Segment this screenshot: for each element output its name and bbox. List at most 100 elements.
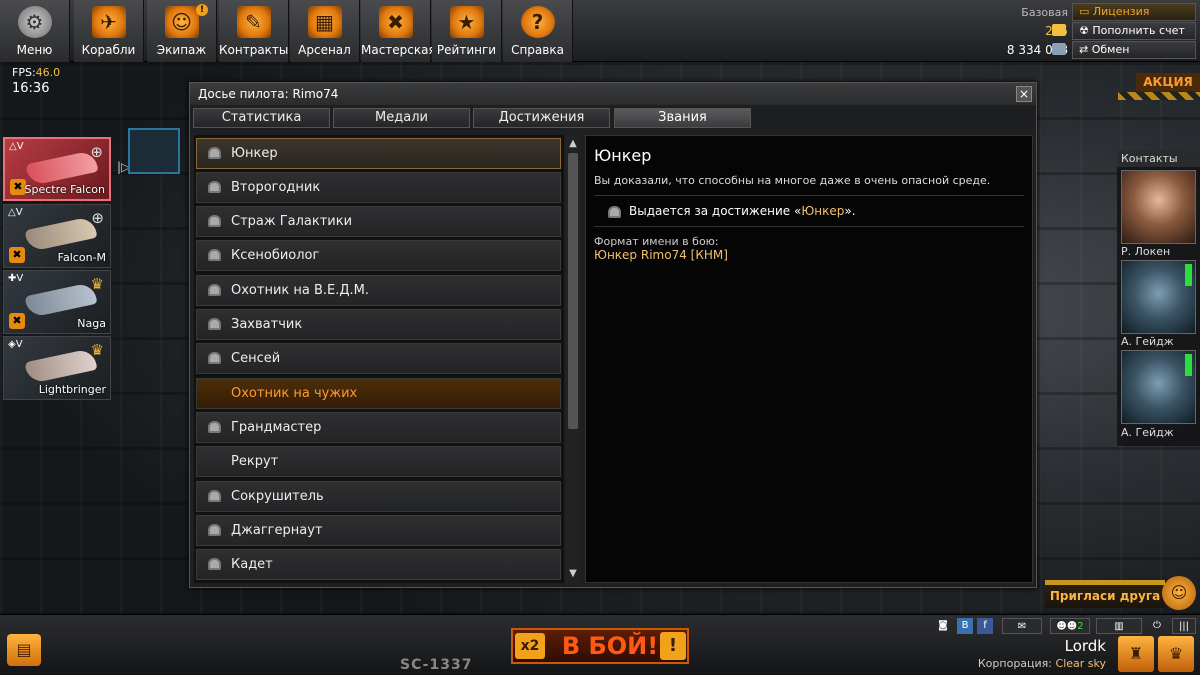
tab-statistics[interactable]: Статистика bbox=[193, 108, 330, 128]
ship-slot-lightbringer[interactable]: ◈V ♛ Lightbringer bbox=[3, 336, 111, 400]
mail-icon[interactable]: ✉ bbox=[1002, 618, 1042, 634]
settings-icon[interactable]: ||| bbox=[1172, 618, 1196, 634]
nav-label: Справка bbox=[511, 43, 564, 57]
notification-badge: ! bbox=[196, 4, 208, 16]
crew-icon: ☺ bbox=[164, 6, 199, 38]
tier-badge: ✚V bbox=[8, 273, 24, 284]
award-suffix: ». bbox=[844, 204, 856, 218]
facebook-icon[interactable]: f bbox=[977, 618, 993, 634]
top-bar: ⚙ Меню ✈ Корабли ☺ ! Экипаж ✎ Контракты … bbox=[0, 0, 1200, 62]
tab-achievements[interactable]: Достижения bbox=[473, 108, 610, 128]
exchange-button[interactable]: ⇄ Обмен bbox=[1072, 41, 1196, 59]
rank-item[interactable]: Юнкер bbox=[196, 138, 561, 169]
rank-detail-description: Вы доказали, что способны на многое даже… bbox=[594, 174, 991, 187]
battle-label: В БОЙ! bbox=[561, 632, 659, 660]
ratings-icon: ★ bbox=[449, 6, 484, 38]
rank-label: Захватчик bbox=[231, 317, 303, 332]
lock-icon bbox=[208, 524, 221, 536]
rank-item[interactable]: Захватчик bbox=[196, 309, 561, 340]
hazard-stripe bbox=[1118, 92, 1200, 100]
gold-icon bbox=[1052, 24, 1066, 36]
promo-button[interactable]: АКЦИЯ bbox=[1136, 73, 1200, 91]
nav-contracts-button[interactable]: ✎ Контракты bbox=[219, 0, 289, 62]
contracts-icon: ✎ bbox=[236, 6, 271, 38]
contact-avatar[interactable] bbox=[1121, 260, 1196, 334]
rank-item[interactable]: Грандмастер bbox=[196, 412, 561, 443]
nav-menu-button[interactable]: ⚙ Меню bbox=[0, 0, 70, 62]
rank-item-unlocked[interactable]: Охотник на чужих bbox=[196, 378, 561, 409]
rank-label: Рекрут bbox=[231, 454, 279, 469]
rank-label: Юнкер bbox=[231, 146, 278, 161]
rank-item[interactable]: Страж Галактики bbox=[196, 206, 561, 237]
ship-name: Lightbringer bbox=[38, 383, 106, 396]
rank-item[interactable]: Сенсей bbox=[196, 343, 561, 374]
topup-button[interactable]: ☢ Пополнить счет bbox=[1072, 22, 1196, 40]
ship-name: Naga bbox=[77, 317, 106, 330]
arsenal-icon: ▦ bbox=[307, 6, 342, 38]
corporation-info: Корпорация: Clear sky bbox=[978, 657, 1106, 670]
nav-label: Мастерская bbox=[361, 43, 436, 57]
camera-icon[interactable]: ◙ bbox=[935, 618, 951, 634]
pilot-dossier-dialog: Досье пилота: Rimo74 × Статистика Медали… bbox=[189, 82, 1037, 588]
name-format-value: Юнкер Rimo74 [КНМ] bbox=[594, 248, 728, 262]
nav-ships-button[interactable]: ✈ Корабли bbox=[74, 0, 144, 62]
rank-item[interactable]: Ксенобиолог bbox=[196, 240, 561, 271]
exit-icon[interactable]: ⏻ bbox=[1148, 618, 1166, 634]
chat-icon[interactable]: ▤ bbox=[7, 634, 41, 666]
credits-icon bbox=[1052, 43, 1066, 55]
ship-slot-naga[interactable]: ✚V ♛ ✖ Naga bbox=[3, 270, 111, 334]
corp-name: Clear sky bbox=[1055, 657, 1106, 670]
fps-label: FPS: bbox=[12, 66, 36, 79]
nav-help-button[interactable]: ? Справка bbox=[503, 0, 573, 62]
vk-icon[interactable]: B bbox=[957, 618, 973, 634]
rank-label: Ксенобиолог bbox=[231, 248, 320, 263]
nav-ratings-button[interactable]: ★ Рейтинги bbox=[432, 0, 502, 62]
license-button[interactable]: ▭ Лицензия bbox=[1072, 3, 1196, 21]
ship-slot-falcon-m[interactable]: △V ⊕ ✖ Falcon-M bbox=[3, 204, 111, 268]
rank-label: Сокрушитель bbox=[231, 489, 324, 504]
contact-avatar[interactable] bbox=[1121, 350, 1196, 424]
rank-award-condition: Выдается за достижение «Юнкер». bbox=[594, 196, 1024, 226]
nav-arsenal-button[interactable]: ▦ Арсенал bbox=[290, 0, 360, 62]
contact-avatar[interactable] bbox=[1121, 170, 1196, 244]
dialog-title: Досье пилота: Rimo74 bbox=[190, 83, 1036, 105]
squad-icon[interactable]: ☻☻2 bbox=[1050, 618, 1090, 634]
rank-label: Охотник на В.Е.Д.М. bbox=[231, 283, 370, 298]
ship-image bbox=[24, 347, 98, 385]
faction-emblem-icon[interactable]: ♛ bbox=[1158, 636, 1194, 672]
rank-label: Сенсей bbox=[231, 351, 281, 366]
lock-icon bbox=[208, 318, 221, 330]
rank-item[interactable]: Охотник на В.Е.Д.М. bbox=[196, 275, 561, 306]
topup-label: Пополнить счет bbox=[1092, 24, 1185, 37]
rank-item[interactable]: Второгодник bbox=[196, 172, 561, 203]
rank-item[interactable]: Кадет bbox=[196, 549, 561, 580]
fps-value: 46.0 bbox=[35, 66, 61, 79]
nav-workshop-button[interactable]: ✖ Мастерская bbox=[361, 0, 436, 62]
tab-ranks[interactable]: Звания bbox=[614, 108, 751, 128]
lock-icon bbox=[208, 558, 221, 570]
exchange-label: Обмен bbox=[1091, 43, 1130, 56]
invite-friend-button[interactable]: Пригласи друга bbox=[1045, 580, 1165, 608]
rank-list-scrollbar[interactable]: ▲ ▼ bbox=[566, 135, 580, 583]
tab-medals[interactable]: Медали bbox=[333, 108, 470, 128]
wing-icon[interactable]: ▥ bbox=[1096, 618, 1142, 634]
invite-friend-icon[interactable]: ☺ bbox=[1162, 576, 1196, 610]
close-button[interactable]: × bbox=[1016, 86, 1032, 102]
nav-label: Контракты bbox=[219, 43, 289, 57]
scroll-thumb[interactable] bbox=[568, 153, 578, 429]
nav-label: Рейтинги bbox=[436, 43, 497, 57]
wrench-icon: ✖ bbox=[9, 313, 25, 329]
warning-icon[interactable]: ! bbox=[660, 632, 686, 660]
player-rank-icon[interactable]: ♜ bbox=[1118, 636, 1154, 672]
lock-icon bbox=[208, 147, 221, 159]
scroll-down-icon[interactable]: ▼ bbox=[566, 567, 580, 581]
ship-image bbox=[24, 281, 98, 319]
rank-item[interactable]: Сокрушитель bbox=[196, 481, 561, 512]
x2-bonus-badge: x2 bbox=[515, 633, 545, 659]
rank-item-unlocked[interactable]: Рекрут bbox=[196, 446, 561, 477]
nav-crew-button[interactable]: ☺ ! Экипаж bbox=[147, 0, 217, 62]
scroll-up-icon[interactable]: ▲ bbox=[566, 137, 580, 151]
rank-detail-panel: Юнкер Вы доказали, что способны на много… bbox=[585, 135, 1033, 583]
ship-slot-spectre-falcon[interactable]: △V ⊕ ✖ Spectre Falcon bbox=[3, 137, 111, 201]
rank-item[interactable]: Джаггернаут bbox=[196, 515, 561, 546]
